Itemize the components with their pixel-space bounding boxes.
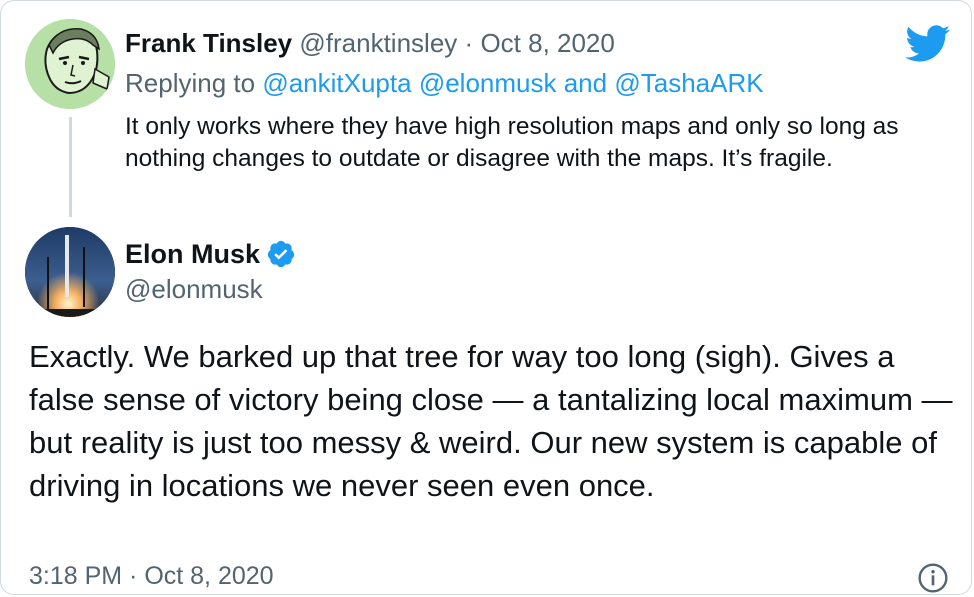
reply-author-handle[interactable]: @franktinsley [299,28,457,58]
replying-to-label: Replying to [125,68,256,98]
main-author-handle[interactable]: @elonmusk [125,273,263,305]
main-tweet-text: Exactly. We barked up that tree for way … [29,339,953,503]
replying-to-line: Replying to @ankitXupta @elonmusk and @T… [125,67,764,99]
mention-link[interactable]: @ankitXupta [262,68,411,98]
mention-link[interactable]: @elonmusk [419,68,557,98]
verified-badge-icon [267,240,295,268]
reply-author-name[interactable]: Frank Tinsley [125,28,292,58]
info-icon[interactable] [917,562,949,594]
header-separator: · [464,28,474,58]
thread-connector-line [69,117,72,217]
avatar-illustration [25,19,115,109]
main-author-name-row: Elon Musk [125,237,296,271]
tweet-timestamp[interactable]: 3:18 PM · Oct 8, 2020 [29,561,274,591]
reply-tweet-text: It only works where they have high resol… [125,113,899,172]
twitter-bird-icon[interactable] [905,25,951,63]
elon-musk-avatar[interactable] [25,227,115,317]
reply-date[interactable]: Oct 8, 2020 [480,28,614,58]
mention-joiner: and [563,68,608,98]
main-author-name[interactable]: Elon Musk [125,237,260,271]
avatar-rocket-launch-illustration [25,227,115,317]
frank-tinsley-avatar[interactable] [25,19,115,109]
tweet-card: Frank Tinsley @franktinsley · Oct 8, 202… [0,0,972,595]
mention-link[interactable]: @TashaARK [614,68,763,98]
reply-header: Frank Tinsley @franktinsley · Oct 8, 202… [125,27,615,59]
